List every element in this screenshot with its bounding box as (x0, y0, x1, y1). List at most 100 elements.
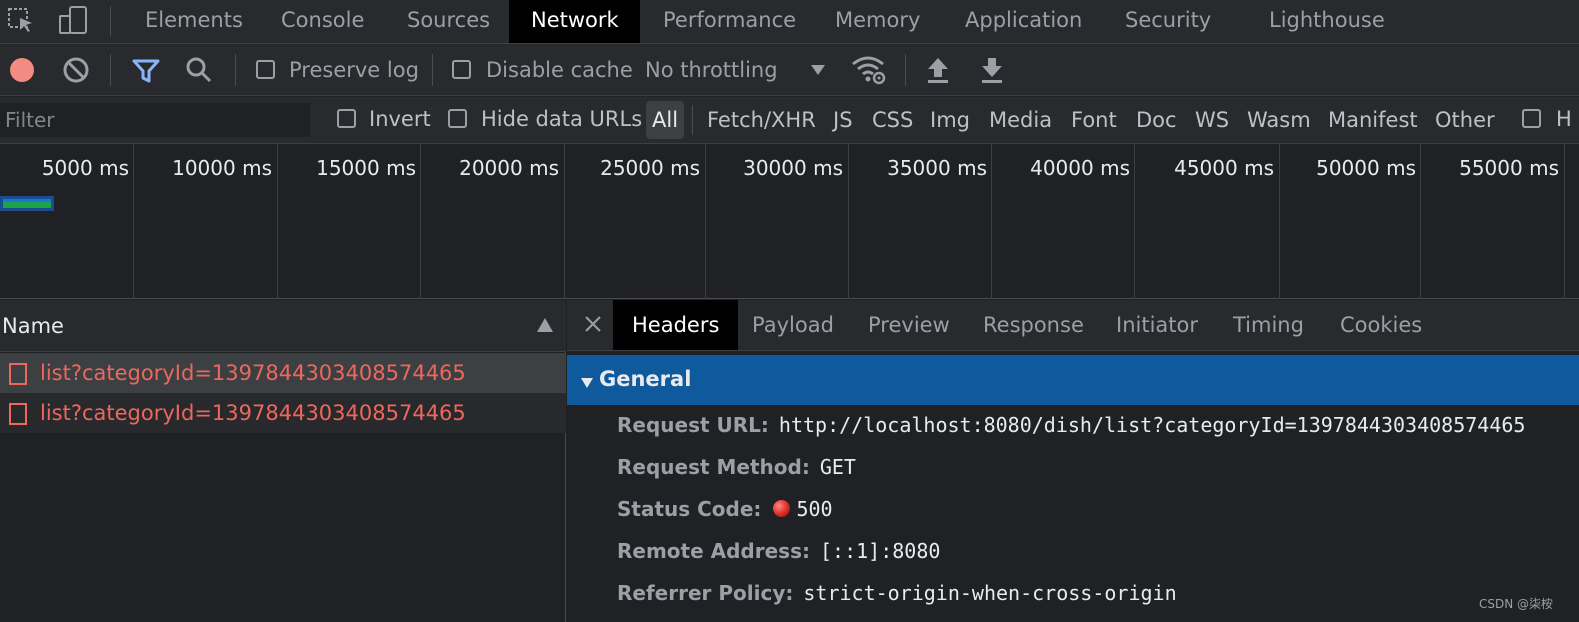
tab-application[interactable]: Application (943, 0, 1104, 43)
network-overview[interactable]: 5000 ms 10000 ms 15000 ms 20000 ms 25000… (0, 144, 1579, 299)
type-filter-css[interactable]: CSS (867, 101, 918, 139)
tick-label: 50000 ms (1316, 156, 1416, 180)
type-filter-font[interactable]: Font (1066, 101, 1122, 139)
triangle-down-icon (580, 374, 594, 388)
chevron-down-icon[interactable] (810, 64, 826, 76)
tick-line (277, 144, 278, 299)
document-icon (8, 362, 28, 386)
filter-separator (692, 105, 693, 135)
request-name: list?categoryId=1397844303408574465 (40, 361, 466, 385)
tab-console[interactable]: Console (259, 0, 386, 43)
search-icon[interactable] (185, 56, 213, 84)
tick-label: 35000 ms (887, 156, 987, 180)
header-key: Remote Address: (617, 539, 810, 563)
name-column-label: Name (2, 314, 64, 338)
has-blocked-cookies-checkbox[interactable] (1522, 109, 1541, 128)
type-filter-wasm[interactable]: Wasm (1242, 101, 1316, 139)
toolbar-separator (110, 54, 111, 86)
tick-label: 25000 ms (600, 156, 700, 180)
header-status-code: Status Code: 500 (617, 497, 833, 529)
tab-memory[interactable]: Memory (813, 0, 942, 43)
toolbar-separator (432, 54, 433, 86)
header-key: Referrer Policy: (617, 581, 794, 605)
document-icon (8, 402, 28, 426)
tab-sources[interactable]: Sources (385, 0, 512, 43)
tab-security[interactable]: Security (1103, 0, 1233, 43)
header-referrer-policy: Referrer Policy: strict-origin-when-cross… (617, 581, 1177, 613)
tab-headers[interactable]: Headers (613, 300, 739, 350)
tick-label: 15000 ms (316, 156, 416, 180)
request-details: Headers Payload Preview Response Initiat… (567, 300, 1579, 622)
tab-payload[interactable]: Payload (733, 300, 853, 350)
import-har-icon[interactable] (926, 56, 950, 84)
device-toolbar-icon[interactable] (56, 4, 90, 36)
tick-line (1564, 144, 1565, 299)
filter-input[interactable] (0, 103, 310, 137)
type-filter-fetch-xhr[interactable]: Fetch/XHR (702, 101, 821, 139)
type-filter-js[interactable]: JS (828, 101, 858, 139)
toolbar-separator (235, 54, 236, 86)
inspect-element-icon[interactable] (4, 4, 38, 36)
export-har-icon[interactable] (980, 56, 1004, 84)
network-conditions-icon[interactable] (850, 54, 888, 86)
request-row[interactable]: list?categoryId=1397844303408574465 (0, 353, 566, 393)
tick-line (1134, 144, 1135, 299)
disable-cache-label: Disable cache (486, 58, 633, 82)
tick-label: 30000 ms (743, 156, 843, 180)
sort-ascending-icon[interactable] (536, 317, 554, 333)
name-column-header[interactable]: Name (0, 300, 566, 352)
preserve-log-checkbox[interactable] (256, 60, 275, 79)
tab-initiator[interactable]: Initiator (1097, 300, 1217, 350)
overview-request-bar-fill (3, 202, 51, 208)
throttling-select[interactable]: No throttling (645, 58, 778, 82)
type-filter-media[interactable]: Media (984, 101, 1057, 139)
general-section-header[interactable]: General (567, 355, 1579, 405)
tab-response[interactable]: Response (964, 300, 1103, 350)
filter-bar: Invert Hide data URLs All Fetch/XHR JS C… (0, 97, 1579, 144)
tab-elements[interactable]: Elements (123, 0, 265, 43)
hide-data-urls-checkbox[interactable] (448, 109, 467, 128)
type-filter-ws[interactable]: WS (1190, 101, 1234, 139)
header-request-url: Request URL: http://localhost:8080/dish/l… (617, 413, 1525, 445)
tab-performance[interactable]: Performance (641, 0, 818, 43)
tick-label: 40000 ms (1030, 156, 1130, 180)
header-value: strict-origin-when-cross-origin (803, 581, 1177, 605)
tab-timing[interactable]: Timing (1214, 300, 1323, 350)
overview-request-bar (0, 196, 54, 211)
tick-line (1420, 144, 1421, 299)
tick-line (564, 144, 565, 299)
type-filter-img[interactable]: Img (925, 101, 975, 139)
tab-preview[interactable]: Preview (849, 300, 969, 350)
clear-icon[interactable] (62, 56, 90, 84)
type-filter-all[interactable]: All (646, 101, 685, 139)
header-value: http://localhost:8080/dish/list?category… (778, 413, 1526, 437)
record-button[interactable] (8, 56, 36, 84)
tab-separator (110, 6, 111, 36)
tick-line (133, 144, 134, 299)
hide-data-urls-label: Hide data URLs (481, 107, 643, 131)
tick-line (1279, 144, 1280, 299)
tick-line (991, 144, 992, 299)
general-section-title: General (599, 367, 692, 391)
preserve-log-label: Preserve log (289, 58, 419, 82)
tick-line (848, 144, 849, 299)
tick-label: 20000 ms (459, 156, 559, 180)
request-list: Name list?categoryId=1397844303408574465… (0, 300, 566, 622)
invert-checkbox[interactable] (337, 109, 356, 128)
tab-cookies[interactable]: Cookies (1321, 300, 1441, 350)
type-filter-doc[interactable]: Doc (1131, 101, 1182, 139)
type-filter-other[interactable]: Other (1430, 101, 1500, 139)
header-value: GET (819, 455, 856, 479)
request-row[interactable]: list?categoryId=1397844303408574465 (0, 393, 566, 433)
type-filter-manifest[interactable]: Manifest (1323, 101, 1423, 139)
header-key: Request Method: (617, 455, 810, 479)
disable-cache-checkbox[interactable] (452, 60, 471, 79)
tab-network[interactable]: Network (509, 0, 640, 43)
tick-label: 10000 ms (172, 156, 272, 180)
close-icon[interactable] (583, 314, 603, 334)
tab-lighthouse[interactable]: Lighthouse (1247, 0, 1407, 43)
filter-icon[interactable] (131, 57, 161, 85)
tick-label: 45000 ms (1174, 156, 1274, 180)
header-key: Status Code: (617, 497, 762, 521)
invert-label: Invert (369, 107, 431, 131)
